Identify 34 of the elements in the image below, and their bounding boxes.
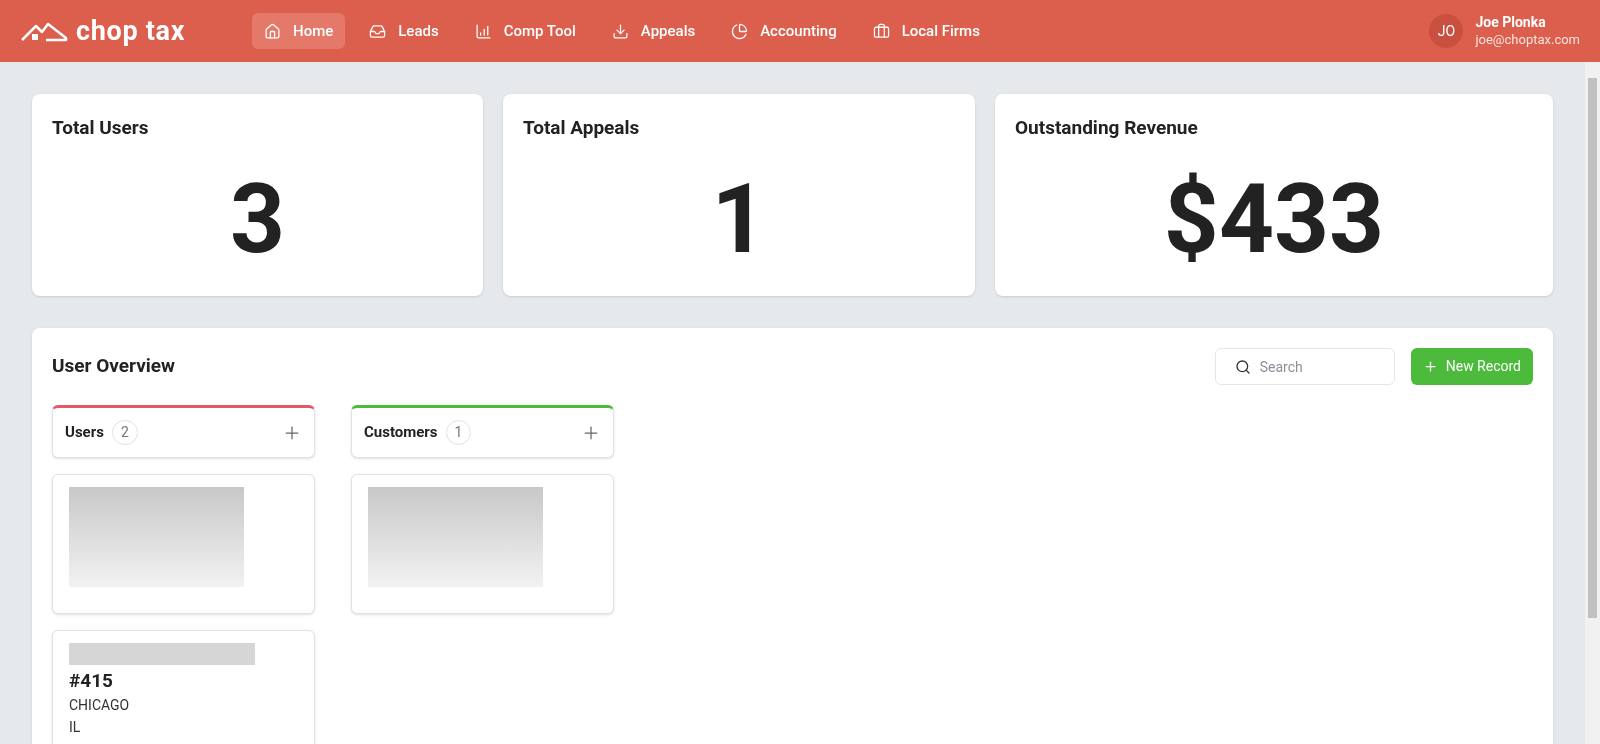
user-email: joe@choptax.com <box>1475 31 1580 48</box>
column-title: Customers <box>364 422 438 444</box>
search-field[interactable]: Search <box>1214 348 1395 385</box>
download-icon <box>611 22 629 40</box>
pie-chart-icon <box>731 22 749 40</box>
nav-link[interactable]: Comp Tool <box>462 13 588 49</box>
nav-link[interactable]: Appeals <box>599 13 708 49</box>
inbox-icon <box>369 22 387 40</box>
stat-value: $433 <box>1163 170 1385 267</box>
record-card[interactable]: #415 CHICAGO IL <box>52 630 315 744</box>
column-title: Users <box>65 422 104 444</box>
new-record-button[interactable]: New Record <box>1410 348 1533 385</box>
plus-icon <box>1422 359 1438 374</box>
avatar[interactable]: JO <box>1429 14 1464 48</box>
briefcase-icon <box>872 22 890 40</box>
card-line: IL <box>69 718 82 737</box>
card-line: CHICAGO <box>69 696 131 715</box>
nav-link[interactable]: Leads <box>357 13 451 49</box>
stat-title: Total Appeals <box>523 115 641 141</box>
nav-link[interactable]: Home <box>252 13 346 49</box>
nav-link[interactable]: Local Firms <box>860 13 992 49</box>
stat-title: Outstanding Revenue <box>1015 115 1199 141</box>
user-name: Joe Plonka <box>1475 14 1547 32</box>
nav-link[interactable]: Accounting <box>719 13 849 49</box>
bar-chart-icon <box>474 22 492 40</box>
card-heading: #415 <box>69 669 114 693</box>
stat-value: 1 <box>711 170 767 267</box>
section-title: User Overview <box>52 353 176 380</box>
home-icon <box>264 22 281 40</box>
search-icon <box>1234 359 1251 375</box>
stat-title: Total Users <box>52 115 150 141</box>
brand-name: chop tax <box>76 13 186 49</box>
stat-value: 3 <box>229 170 286 267</box>
house-logo-icon <box>20 20 68 42</box>
